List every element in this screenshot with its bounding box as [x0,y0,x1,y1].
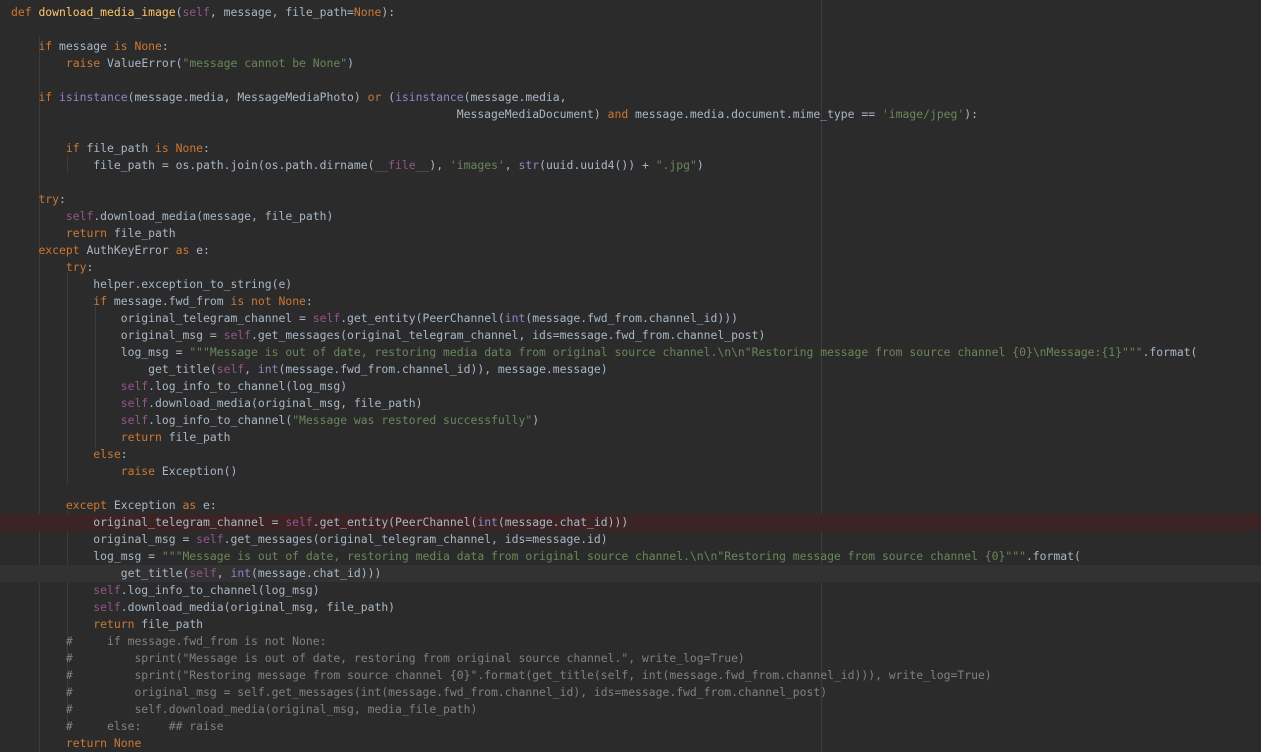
code-line[interactable]: if message.fwd_from is not None: [0,293,1261,310]
code-text: log_msg = """Message is out of date, res… [11,549,1081,563]
code-text: if file_path is None: [65,141,210,155]
code-line[interactable]: return file_path [0,429,1261,446]
code-line[interactable]: raise ValueError("message cannot be None… [0,55,1261,72]
code-line[interactable]: get_title(self, int(message.fwd_from.cha… [0,361,1261,378]
code-text: except AuthKeyError as e: [38,243,210,257]
code-line[interactable]: self.log_info_to_channel("Message was re… [0,412,1261,429]
code-text: # self.download_media(original_msg, medi… [11,702,478,716]
code-text: original_msg = self.get_messages(origina… [11,328,766,342]
code-line[interactable]: # self.download_media(original_msg, medi… [0,701,1261,718]
code-text: self.download_media(original_msg, file_p… [120,396,423,410]
code-line[interactable]: original_telegram_channel = self.get_ent… [0,310,1261,327]
code-line[interactable]: # original_msg = self.get_messages(int(m… [0,684,1261,701]
code-text: raise ValueError("message cannot be None… [65,56,354,70]
code-line[interactable]: # if message.fwd_from is not None: [0,633,1261,650]
code-line[interactable]: if file_path is None: [0,140,1261,157]
code-line[interactable]: self.download_media(original_msg, file_p… [0,599,1261,616]
code-line[interactable]: # else: ## raise [0,718,1261,735]
code-line[interactable]: # sprint("Message is out of date, restor… [0,650,1261,667]
code-line[interactable]: return file_path [0,616,1261,633]
code-text: return None [65,736,142,750]
code-text: if isinstance(message.media, MessageMedi… [38,90,567,104]
code-text: except Exception as e: [65,498,217,512]
code-editor[interactable]: def download_media_image(self, message, … [0,0,1261,752]
code-line[interactable]: except Exception as e: [0,497,1261,514]
code-line[interactable]: try: [0,259,1261,276]
code-text: file_path = os.path.join(os.path.dirname… [11,158,704,172]
code-text: # sprint("Restoring message from source … [11,668,992,682]
code-line[interactable]: file_path = os.path.join(os.path.dirname… [0,157,1261,174]
code-text: original_msg = self.get_messages(origina… [11,532,608,546]
code-text: log_msg = """Message is out of date, res… [11,345,1198,359]
code-text: self.download_media(original_msg, file_p… [93,600,396,614]
code-line[interactable]: if isinstance(message.media, MessageMedi… [0,89,1261,106]
code-line[interactable]: else: [0,446,1261,463]
error-highlighted-line[interactable]: original_telegram_channel = self.get_ent… [0,514,1261,531]
code-text: return file_path [120,430,231,444]
code-line[interactable] [0,123,1261,140]
code-text: original_telegram_channel = self.get_ent… [11,311,738,325]
code-line[interactable]: except AuthKeyError as e: [0,242,1261,259]
code-text: return file_path [93,617,204,631]
code-line[interactable] [0,72,1261,89]
code-text: MessageMediaDocument) and message.media.… [11,107,978,121]
code-line[interactable]: self.log_info_to_channel(log_msg) [0,582,1261,599]
code-text: def download_media_image(self, message, … [11,5,396,19]
code-line[interactable]: self.log_info_to_channel(log_msg) [0,378,1261,395]
code-text: raise Exception() [120,464,238,478]
code-text: else: [93,447,128,461]
code-line[interactable]: log_msg = """Message is out of date, res… [0,344,1261,361]
code-line[interactable]: original_msg = self.get_messages(origina… [0,327,1261,344]
code-text: try: [65,260,94,274]
code-text: try: [38,192,66,206]
code-text: if message.fwd_from is not None: [93,294,313,308]
code-text: # if message.fwd_from is not None: [11,634,327,648]
code-text: self.log_info_to_channel("Message was re… [120,413,540,427]
code-line[interactable]: helper.exception_to_string(e) [0,276,1261,293]
code-line[interactable] [0,174,1261,191]
code-line[interactable]: original_msg = self.get_messages(origina… [0,531,1261,548]
code-text: helper.exception_to_string(e) [11,277,293,291]
code-text: self.log_info_to_channel(log_msg) [120,379,348,393]
code-line[interactable]: # sprint("Restoring message from source … [0,667,1261,684]
code-line[interactable]: self.download_media(original_msg, file_p… [0,395,1261,412]
caret-line[interactable]: get_title(self, int(message.chat_id))) [0,565,1261,582]
code-text: original_telegram_channel = self.get_ent… [11,515,629,529]
code-line[interactable]: if message is None: [0,38,1261,55]
code-line[interactable]: return None [0,735,1261,752]
code-line[interactable]: raise Exception() [0,463,1261,480]
code-text: self.download_media(message, file_path) [65,209,334,223]
code-text: if message is None: [38,39,169,53]
code-text: # original_msg = self.get_messages(int(m… [11,685,828,699]
code-line[interactable] [0,21,1261,38]
code-text: self.log_info_to_channel(log_msg) [93,583,320,597]
code-line[interactable]: MessageMediaDocument) and message.media.… [0,106,1261,123]
code-text: return file_path [65,226,176,240]
code-line[interactable]: self.download_media(message, file_path) [0,208,1261,225]
code-line[interactable]: return file_path [0,225,1261,242]
code-line[interactable] [0,480,1261,497]
code-text: # sprint("Message is out of date, restor… [11,651,745,665]
code-line[interactable]: try: [0,191,1261,208]
code-line[interactable]: def download_media_image(self, message, … [0,4,1261,21]
code-text: get_title(self, int(message.fwd_from.cha… [11,362,608,376]
code-text: # else: ## raise [11,719,224,733]
code-text: get_title(self, int(message.chat_id))) [11,566,382,580]
code-line[interactable]: log_msg = """Message is out of date, res… [0,548,1261,565]
